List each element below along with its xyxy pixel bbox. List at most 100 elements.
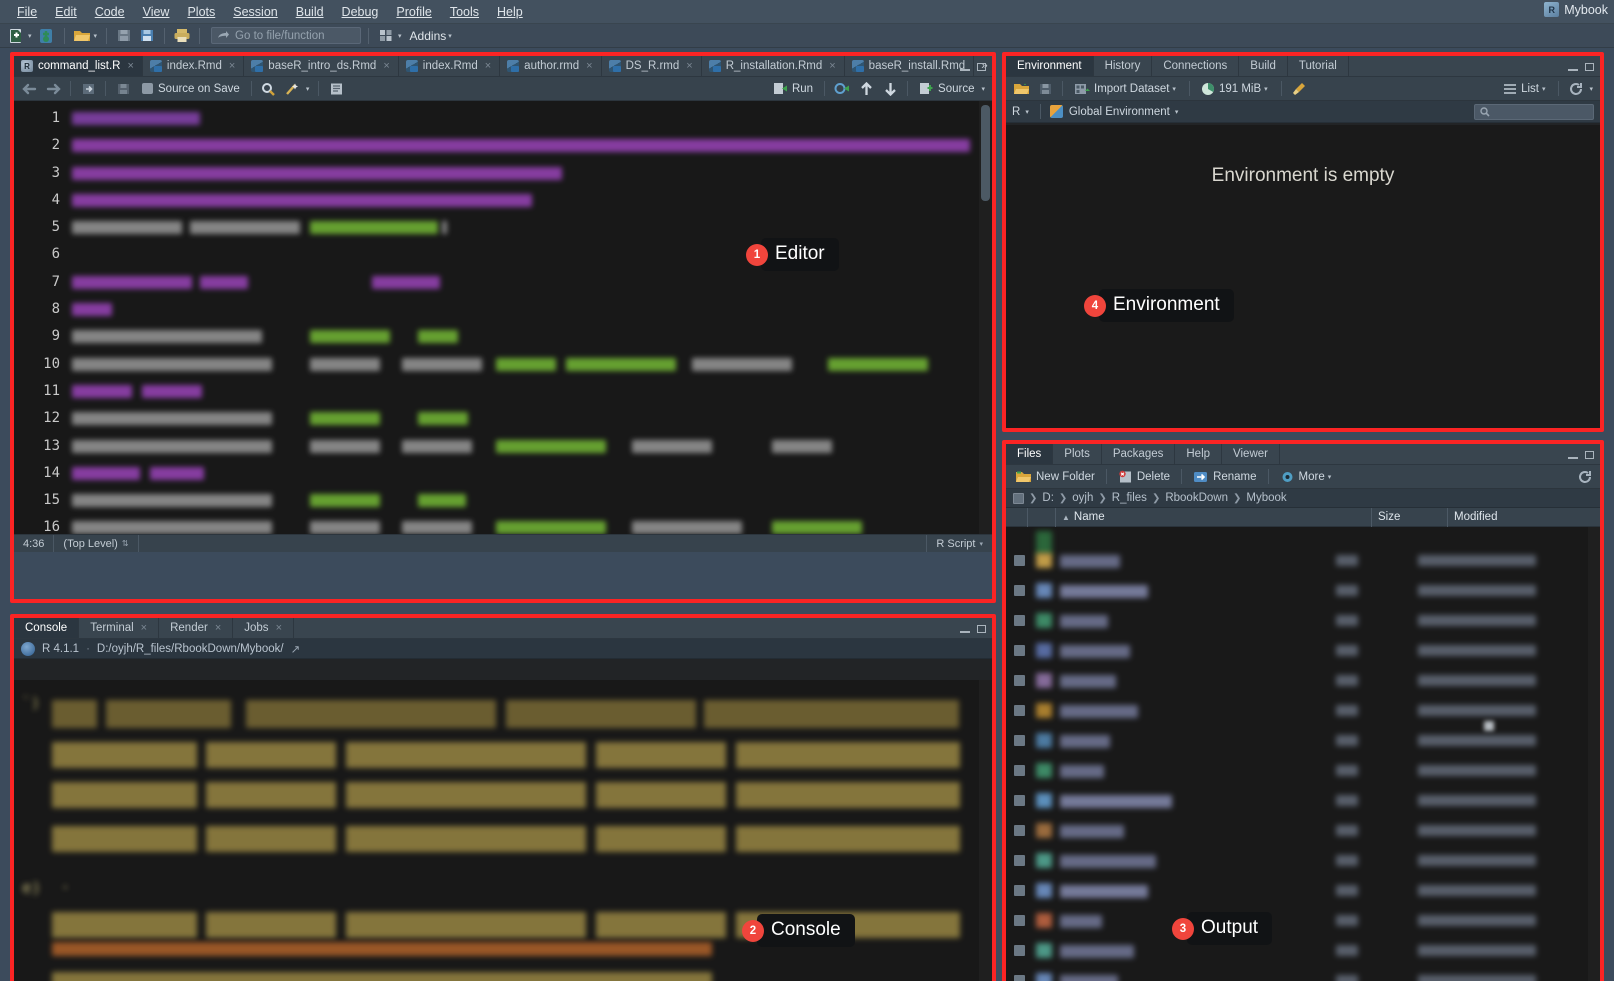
menu-item-plots[interactable]: Plots <box>178 3 224 21</box>
breadcrumb-item-d[interactable]: D: <box>1042 492 1054 504</box>
maximize-pane-icon[interactable] <box>1583 447 1596 459</box>
table-row[interactable] <box>1006 967 1600 981</box>
workspace-panes-dropdown-icon[interactable]: ▾ <box>398 32 402 40</box>
more-button[interactable]: More ▾ <box>1276 469 1338 485</box>
row-checkbox[interactable] <box>1014 825 1025 836</box>
language-dropdown-icon[interactable]: ▾ <box>1025 108 1029 116</box>
breadcrumb-item-rbookdown[interactable]: RbookDown <box>1165 492 1228 504</box>
tab-help[interactable]: Help <box>1175 444 1223 464</box>
project-selector[interactable]: R Mybook <box>1544 2 1608 17</box>
minimize-pane-icon[interactable] <box>1566 59 1579 71</box>
close-icon[interactable]: × <box>383 60 389 72</box>
open-folder-icon[interactable] <box>1011 79 1031 98</box>
console-tab-render[interactable]: Render × <box>159 618 234 638</box>
workspace-panes-icon[interactable] <box>376 26 396 45</box>
tab-build[interactable]: Build <box>1239 56 1288 76</box>
breadcrumb-item-oyjh[interactable]: oyjh <box>1072 492 1093 504</box>
new-folder-button[interactable]: New Folder <box>1011 469 1099 485</box>
close-icon[interactable]: × <box>586 60 592 72</box>
table-row[interactable] <box>1006 907 1600 937</box>
breadcrumb-item-mybook[interactable]: Mybook <box>1246 492 1286 504</box>
minimize-pane-icon[interactable] <box>958 59 971 71</box>
save-icon[interactable] <box>1035 79 1055 98</box>
column-header-name[interactable]: ▲ Name <box>1056 507 1372 527</box>
view-mode-button[interactable]: List ▾ <box>1499 82 1551 96</box>
column-header-size[interactable]: Size <box>1372 507 1448 527</box>
refresh-icon[interactable] <box>1566 79 1586 98</box>
close-icon[interactable]: × <box>229 60 235 72</box>
files-vertical-scrollbar[interactable] <box>1588 527 1600 981</box>
table-row[interactable] <box>1006 877 1600 907</box>
console-tab-console[interactable]: Console <box>14 618 80 638</box>
files-list-blurred[interactable] <box>1006 527 1600 981</box>
row-checkbox[interactable] <box>1014 915 1025 926</box>
open-file-dropdown-icon[interactable]: ▾ <box>94 32 98 40</box>
popout-arrow-icon[interactable]: ↗ <box>291 642 301 656</box>
tab-viewer[interactable]: Viewer <box>1222 444 1280 464</box>
source-dropdown-icon[interactable]: ▾ <box>981 85 985 93</box>
row-checkbox[interactable] <box>1014 795 1025 806</box>
language-selector-label[interactable]: R <box>1012 106 1020 118</box>
tab-tutorial[interactable]: Tutorial <box>1287 56 1349 76</box>
tab-files[interactable]: Files <box>1006 444 1054 464</box>
row-checkbox[interactable] <box>1014 615 1025 626</box>
table-row[interactable] <box>1006 577 1600 607</box>
row-checkbox[interactable] <box>1014 975 1025 981</box>
row-checkbox[interactable] <box>1014 555 1025 566</box>
new-file-dropdown-icon[interactable]: ▾ <box>28 32 32 40</box>
home-folder-icon[interactable] <box>1013 492 1024 504</box>
menu-item-file[interactable]: File <box>8 3 46 21</box>
editor-tab-ds-r-rmd[interactable]: DS_R.rmd × <box>601 56 702 76</box>
table-row[interactable] <box>1006 757 1600 787</box>
column-header-modified[interactable]: Modified <box>1448 508 1600 527</box>
addins-button[interactable]: Addins <box>410 29 447 43</box>
row-checkbox[interactable] <box>1014 945 1025 956</box>
up-arrow-icon[interactable] <box>856 79 876 98</box>
environment-search-input[interactable] <box>1474 103 1594 120</box>
open-file-icon[interactable] <box>72 26 92 45</box>
menu-item-code[interactable]: Code <box>86 3 134 21</box>
close-icon[interactable]: × <box>141 622 147 634</box>
menu-item-debug[interactable]: Debug <box>333 3 388 21</box>
close-icon[interactable]: × <box>686 60 692 72</box>
row-checkbox[interactable] <box>1014 855 1025 866</box>
broom-icon[interactable] <box>1289 79 1309 98</box>
source-button[interactable]: Source <box>915 81 978 96</box>
tab-history[interactable]: History <box>1093 56 1153 76</box>
refresh-icon[interactable] <box>1575 467 1595 486</box>
table-row[interactable] <box>1006 847 1600 877</box>
select-all-column[interactable] <box>1006 507 1028 527</box>
table-row[interactable] <box>1006 637 1600 667</box>
table-row[interactable] <box>1006 697 1600 731</box>
delete-button[interactable]: Delete <box>1114 469 1174 485</box>
import-dataset-button[interactable]: Import Dataset ▾ <box>1070 81 1182 97</box>
rerun-icon[interactable] <box>832 79 852 98</box>
table-row[interactable] <box>1006 817 1600 847</box>
menu-item-tools[interactable]: Tools <box>441 3 488 21</box>
table-row[interactable] <box>1006 547 1600 577</box>
menu-item-view[interactable]: View <box>134 3 179 21</box>
close-icon[interactable]: × <box>829 60 835 72</box>
save-all-icon[interactable] <box>137 26 157 45</box>
close-icon[interactable]: × <box>127 60 133 72</box>
source-on-save-checkbox[interactable]: Source on Save <box>137 81 244 96</box>
find-icon[interactable] <box>259 79 279 98</box>
save-icon[interactable] <box>113 79 133 98</box>
editor-tab-r-installation-rmd[interactable]: R_installation.Rmd × <box>701 56 845 76</box>
table-row[interactable] <box>1006 787 1600 817</box>
tab-plots[interactable]: Plots <box>1053 444 1102 464</box>
maximize-pane-icon[interactable] <box>975 621 988 633</box>
row-checkbox[interactable] <box>1014 585 1025 596</box>
menu-item-session[interactable]: Session <box>224 3 286 21</box>
tab-environment[interactable]: Environment <box>1006 56 1094 76</box>
maximize-pane-icon[interactable] <box>975 59 988 71</box>
menu-item-profile[interactable]: Profile <box>387 3 440 21</box>
working-directory-link[interactable]: D:/oyjh/R_files/RbookDown/Mybook/ <box>97 643 284 655</box>
row-checkbox[interactable] <box>1014 765 1025 776</box>
print-icon[interactable] <box>172 26 192 45</box>
editor-tab-index-rmd-2[interactable]: index.Rmd × <box>398 56 501 76</box>
breadcrumb-item-r-files[interactable]: R_files <box>1112 492 1147 504</box>
new-project-icon[interactable] <box>37 26 57 45</box>
editor-tab-author-rmd[interactable]: author.rmd × <box>500 56 602 76</box>
table-row[interactable] <box>1006 667 1600 697</box>
